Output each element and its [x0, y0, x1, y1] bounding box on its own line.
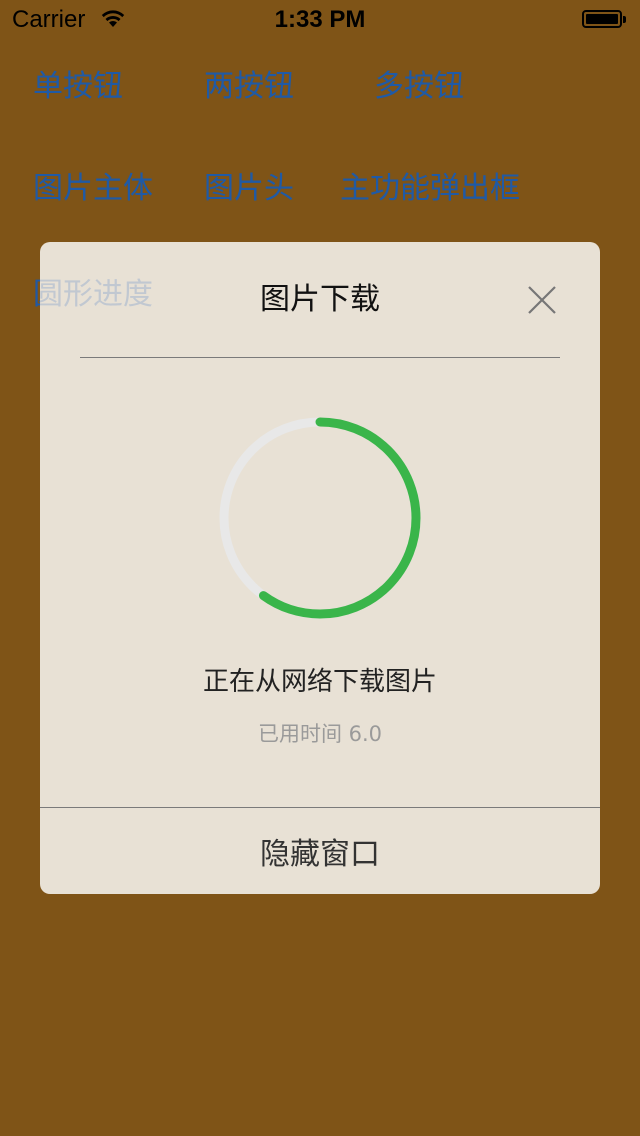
image-body-link[interactable]: 图片主体: [33, 172, 153, 206]
download-message: 正在从网络下载图片: [202, 667, 437, 697]
download-dialog: 图片下载 正在从网络下载图片 已用时间 6.0 隐藏窗口: [40, 242, 600, 894]
close-icon[interactable]: [525, 283, 559, 317]
battery-icon: [582, 10, 628, 30]
multi-buttons-link[interactable]: 多按钮: [374, 70, 464, 104]
two-buttons-link[interactable]: 两按钮: [204, 70, 294, 104]
elapsed-time: 已用时间 6.0: [257, 722, 383, 746]
status-bar: Carrier 1:33 PM: [0, 0, 640, 40]
progress-ring: [219, 417, 421, 619]
dialog-title: 图片下载: [260, 282, 380, 317]
image-header-link[interactable]: 图片头: [204, 172, 294, 206]
main-popup-link[interactable]: 主功能弹出框: [340, 172, 520, 206]
hide-window-button[interactable]: 隐藏窗口: [40, 808, 600, 894]
title-divider: [80, 357, 560, 358]
single-button-link[interactable]: 单按钮: [33, 70, 123, 104]
clock: 1:33 PM: [274, 6, 366, 33]
